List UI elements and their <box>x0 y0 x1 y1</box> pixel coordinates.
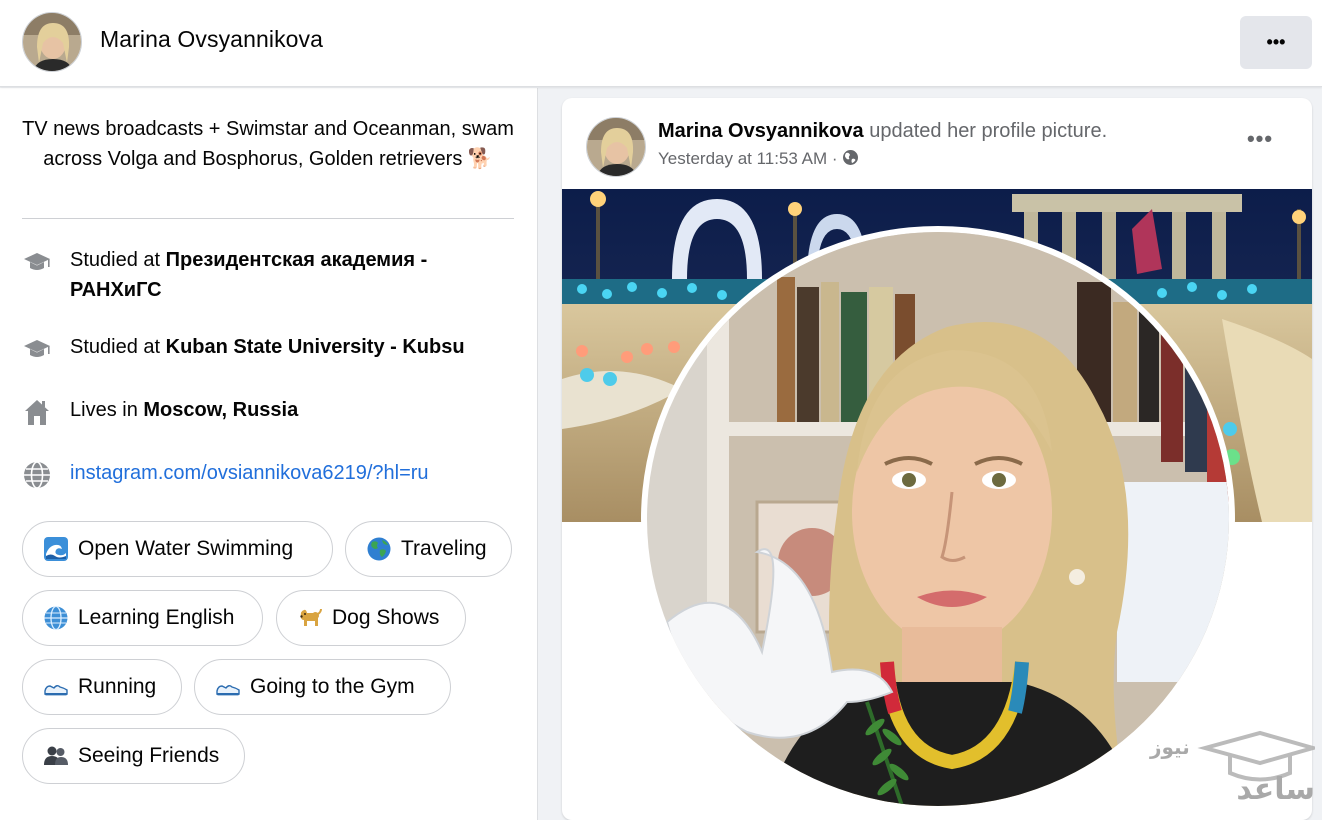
running-shoe-icon <box>44 685 68 696</box>
divider <box>22 218 514 219</box>
hobby-label: Dog Shows <box>332 606 440 629</box>
post-author-name[interactable]: Marina Ovsyannikova <box>658 120 864 142</box>
post-card: Marina Ovsyannikova updated her profile … <box>562 98 1312 820</box>
graduation-cap-icon <box>24 340 50 357</box>
hobby-label: Going to the Gym <box>250 675 415 698</box>
timestamp-text[interactable]: Yesterday at 11:53 AM · <box>658 149 842 168</box>
profile-picture[interactable] <box>641 226 1235 812</box>
post-action-text: updated her profile picture. <box>863 120 1108 142</box>
education-prefix: Studied at <box>70 249 166 271</box>
profile-header: Marina Ovsyannikova ••• <box>0 0 1322 87</box>
globe-icon <box>843 150 859 165</box>
globe-meridians-icon <box>44 605 68 631</box>
hobby-label: Learning English <box>78 606 235 629</box>
profile-name[interactable]: Marina Ovsyannikova <box>100 26 323 53</box>
people-silhouette-icon <box>44 746 68 765</box>
more-options-button[interactable]: ••• <box>1240 16 1312 69</box>
post-author-avatar[interactable] <box>586 117 646 177</box>
hobby-chip-running[interactable]: Running <box>22 659 182 715</box>
website-link[interactable]: instagram.com/ovsiannikova6219/?hl=ru <box>70 458 520 488</box>
hobby-chip-dog-shows[interactable]: Dog Shows <box>276 590 466 646</box>
bio-text: TV news broadcasts + Swimstar and Oceanm… <box>22 118 514 170</box>
hobby-chip-learning-english[interactable]: Learning English <box>22 590 263 646</box>
wave-icon <box>44 537 68 561</box>
running-shoe-icon <box>216 685 240 696</box>
hobby-label: Open Water Swimming <box>78 537 294 560</box>
hobby-chip-traveling[interactable]: Traveling <box>345 521 512 577</box>
education-prefix: Studied at <box>70 336 166 358</box>
intro-panel: TV news broadcasts + Swimstar and Oceanm… <box>0 88 538 820</box>
avatar[interactable] <box>22 12 82 72</box>
post-more-options-button[interactable]: ••• <box>1238 126 1282 162</box>
house-icon <box>25 400 49 425</box>
location-place[interactable]: Moscow, Russia <box>143 399 298 421</box>
hobby-chip-open-water-swimming[interactable]: Open Water Swimming <box>22 521 333 577</box>
post-headline: Marina Ovsyannikova updated her profile … <box>658 118 1107 144</box>
hobby-label: Running <box>78 675 157 698</box>
post-timestamp[interactable]: Yesterday at 11:53 AM · <box>658 149 859 169</box>
watermark-small-text: نیوز <box>1150 735 1190 759</box>
hobby-chip-seeing-friends[interactable]: Seeing Friends <box>22 728 245 784</box>
watermark-text: ساعد <box>1236 772 1315 807</box>
globe-icon <box>24 461 50 489</box>
earth-icon <box>367 537 391 561</box>
graduation-cap-icon <box>24 253 50 270</box>
hobby-label: Traveling <box>401 537 487 560</box>
education-place[interactable]: Kuban State University - Kubsu <box>166 336 465 358</box>
hobby-chip-going-to-the-gym[interactable]: Going to the Gym <box>194 659 451 715</box>
hobby-label: Seeing Friends <box>78 744 220 767</box>
dog-icon <box>300 608 322 626</box>
location-prefix: Lives in <box>70 399 144 421</box>
